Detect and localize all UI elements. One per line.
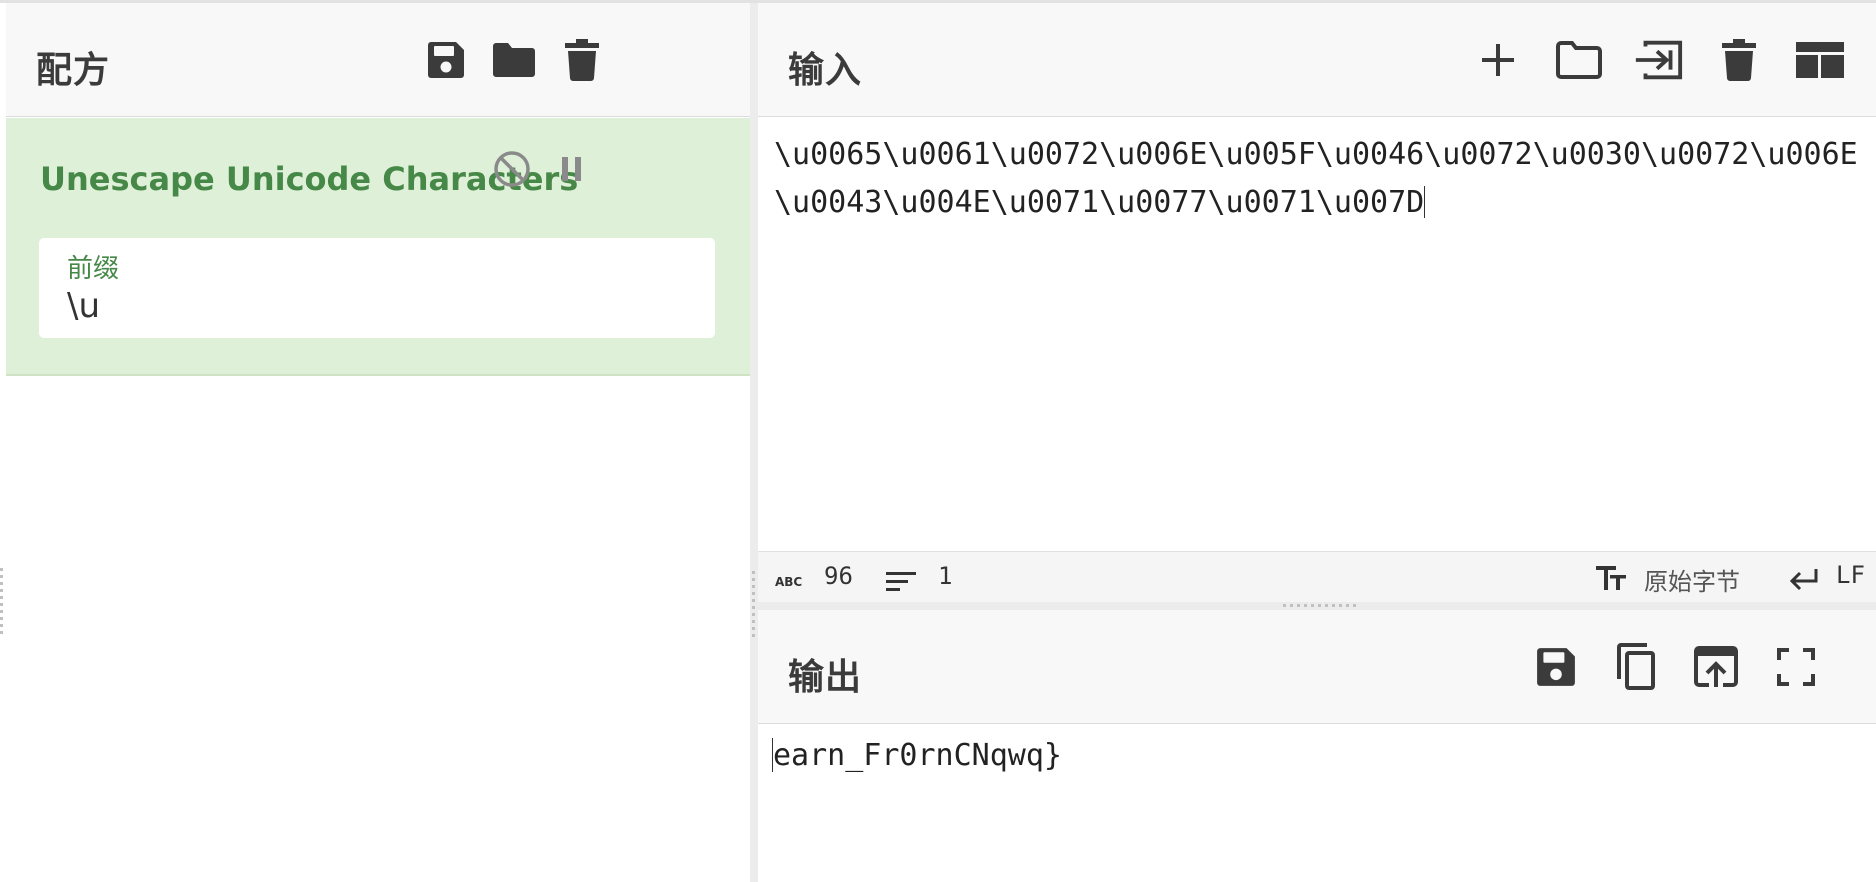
input-title: 输入 xyxy=(788,50,863,91)
open-input-folder-button[interactable] xyxy=(1553,34,1605,86)
add-input-button[interactable] xyxy=(1472,34,1524,86)
recipe-header: 配方 xyxy=(6,3,750,117)
disable-operation-button[interactable] xyxy=(486,143,538,195)
pause-operation-button[interactable] xyxy=(546,143,598,195)
left-resize-handle[interactable] xyxy=(0,568,3,638)
prefix-input[interactable] xyxy=(67,286,667,326)
folder-icon xyxy=(493,43,535,77)
copy-output-button[interactable] xyxy=(1610,641,1662,693)
input-text: \u0065\u0061\u0072\u006E\u005F\u0046\u00… xyxy=(774,137,1858,220)
vertical-splitter[interactable] xyxy=(750,3,758,882)
input-status-bar: ABC 96 1 原始字节 LF xyxy=(758,551,1876,606)
input-textarea[interactable]: \u0065\u0061\u0072\u006E\u005F\u0046\u00… xyxy=(774,131,1874,227)
plus-icon xyxy=(1482,44,1514,76)
input-panel: 输入 \u0065\u0061\u0072\u006E\u005F\u0046\… xyxy=(758,3,1876,606)
replace-input-icon xyxy=(1694,646,1738,687)
text-caret xyxy=(1424,186,1426,218)
maximize-output-button[interactable] xyxy=(1770,641,1822,693)
save-recipe-button[interactable] xyxy=(420,34,472,86)
replace-input-button[interactable] xyxy=(1690,641,1742,693)
char-count: 96 xyxy=(824,562,853,590)
trash-icon xyxy=(1722,39,1756,81)
folder-icon xyxy=(1556,41,1602,79)
reset-layout-button[interactable] xyxy=(1794,34,1846,86)
save-icon xyxy=(428,42,464,78)
load-recipe-button[interactable] xyxy=(488,34,540,86)
line-count-icon xyxy=(886,572,916,591)
output-title: 输出 xyxy=(788,657,863,698)
eol-label: LF xyxy=(1836,561,1865,589)
eol-selector[interactable]: LF xyxy=(1788,561,1876,597)
clear-recipe-button[interactable] xyxy=(556,34,608,86)
recipe-title: 配方 xyxy=(36,50,111,91)
import-icon xyxy=(1635,40,1683,80)
char-count-icon: ABC xyxy=(775,575,802,589)
line-count: 1 xyxy=(938,562,953,590)
svg-text:ABC: ABC xyxy=(775,575,802,589)
disable-icon xyxy=(494,151,530,187)
recipe-operation-unescape-unicode[interactable]: Unescape Unicode Characters 前缀 xyxy=(6,118,750,376)
output-panel: 输出 earn_Fr0rnCNqwq} xyxy=(758,610,1876,882)
output-text: earn_Fr0rnCNqwq} xyxy=(773,738,1062,773)
trash-icon xyxy=(565,39,599,81)
prefix-field[interactable]: 前缀 xyxy=(39,238,715,338)
return-icon xyxy=(1789,569,1818,591)
clear-input-button[interactable] xyxy=(1713,34,1765,86)
pause-icon xyxy=(562,157,581,181)
horizontal-splitter[interactable] xyxy=(758,602,1876,610)
prefix-label: 前缀 xyxy=(67,254,120,284)
recipe-panel: 配方 Unescape Unicode Characters 前缀 \u xyxy=(6,3,750,882)
maximize-icon xyxy=(1777,648,1815,686)
open-input-file-button[interactable] xyxy=(1632,34,1684,86)
copy-icon xyxy=(1617,643,1655,690)
encoding-label: 原始字节 xyxy=(1644,568,1740,596)
text-format-icon xyxy=(1596,566,1626,590)
layout-icon xyxy=(1796,42,1844,78)
save-output-button[interactable] xyxy=(1530,641,1582,693)
input-header: 输入 xyxy=(758,3,1876,117)
output-header: 输出 xyxy=(758,610,1876,724)
save-icon xyxy=(1537,648,1575,686)
encoding-selector[interactable]: 原始字节 xyxy=(1596,561,1756,597)
output-textarea[interactable]: earn_Fr0rnCNqwq} xyxy=(772,738,1062,773)
